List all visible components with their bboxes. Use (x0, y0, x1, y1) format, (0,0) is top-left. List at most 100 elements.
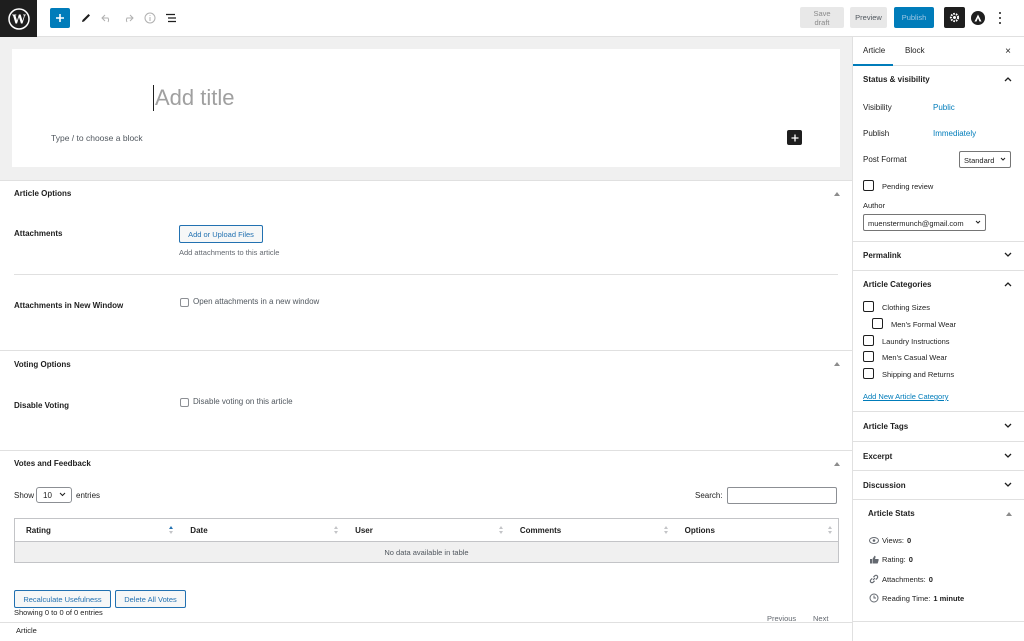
table-info: Showing 0 to 0 of 0 entries (14, 608, 103, 617)
divider (853, 241, 1024, 242)
settings-gear-icon[interactable] (944, 7, 965, 28)
category-label: Men's Casual Wear (882, 353, 948, 362)
visibility-label: Visibility (863, 103, 892, 112)
tab-article[interactable]: Article (853, 37, 893, 66)
astra-icon[interactable] (971, 11, 985, 25)
chevron-up-icon[interactable] (1004, 281, 1012, 287)
pending-review-checkbox[interactable] (863, 180, 874, 191)
excerpt-title[interactable]: Excerpt (863, 452, 892, 461)
author-value: muenstermunch@gmail.com (868, 219, 964, 228)
chevron-down-icon (1000, 157, 1006, 161)
sort-asc-icon (169, 526, 174, 534)
collapse-arrow-icon[interactable] (1006, 512, 1012, 516)
svg-text:W: W (11, 12, 26, 26)
breadcrumb[interactable]: Article (16, 626, 37, 635)
inline-add-block-icon[interactable] (787, 130, 802, 145)
category-label: Men's Formal Wear (891, 320, 957, 329)
column-header-options[interactable]: Options (673, 518, 839, 542)
divider (853, 441, 1024, 442)
publish-button[interactable]: Publish (894, 7, 934, 28)
editor-canvas-wrap: Add title Type / to choose a block (0, 37, 852, 180)
chevron-down-icon[interactable] (1004, 482, 1012, 488)
divider (14, 274, 838, 275)
permalink-title[interactable]: Permalink (863, 251, 901, 260)
article-options-metabox: Article Options Attachments Add or Uploa… (0, 180, 852, 350)
disable-voting-checkbox[interactable] (180, 398, 189, 407)
attachments-label: Attachments (14, 229, 63, 238)
chevron-down-icon (59, 492, 66, 497)
post-format-label: Post Format (863, 155, 907, 164)
show-label: Show (14, 491, 35, 500)
stat-views: Views: 0 (869, 536, 911, 545)
category-checkbox[interactable] (863, 368, 874, 379)
author-select[interactable]: muenstermunch@gmail.com (863, 214, 986, 231)
category-checkbox[interactable] (863, 335, 874, 346)
editor-canvas: Add title Type / to choose a block (12, 49, 840, 167)
collapse-arrow-icon[interactable] (834, 192, 840, 196)
new-window-label: Attachments in New Window (14, 301, 124, 310)
chevron-down-icon[interactable] (1004, 453, 1012, 459)
wordpress-logo-icon[interactable]: W (0, 0, 37, 37)
undo-icon[interactable] (97, 8, 117, 28)
article-stats-title[interactable]: Article Stats (868, 509, 915, 518)
thumbs-up-icon (870, 555, 879, 564)
divider (853, 499, 1024, 500)
chevron-down-icon[interactable] (1004, 252, 1012, 258)
divider (853, 470, 1024, 471)
post-format-select[interactable]: Standard (959, 151, 1011, 168)
add-upload-files-button[interactable]: Add or Upload Files (179, 225, 263, 243)
open-new-window-checkbox[interactable] (180, 298, 189, 307)
sort-icon (498, 526, 503, 534)
category-checkbox[interactable] (863, 351, 874, 362)
category-checkbox[interactable] (863, 301, 874, 312)
column-header-user[interactable]: User (344, 518, 509, 542)
column-header-comments[interactable]: Comments (508, 518, 674, 542)
divider (853, 621, 1024, 622)
column-header-rating[interactable]: Rating (14, 518, 180, 542)
entries-per-page-select[interactable]: 10 (36, 487, 72, 503)
clock-icon (869, 593, 879, 603)
search-label: Search: (695, 491, 723, 500)
recalculate-usefulness-button[interactable]: Recalculate Usefulness (14, 590, 111, 608)
save-draft-button[interactable]: Save draft (800, 7, 844, 28)
block-placeholder[interactable]: Type / to choose a block (51, 133, 143, 143)
add-block-icon[interactable] (50, 8, 70, 28)
delete-all-votes-button[interactable]: Delete All Votes (115, 590, 186, 608)
metabox-title: Article Options (14, 189, 72, 198)
editor-main: Add title Type / to choose a block Artic… (0, 37, 852, 641)
collapse-arrow-icon[interactable] (834, 362, 840, 366)
preview-button[interactable]: Preview (850, 7, 887, 28)
stat-attachments: Attachments: 0 (869, 574, 933, 584)
open-new-window-checkbox-label: Open attachments in a new window (193, 297, 320, 306)
discussion-title[interactable]: Discussion (863, 481, 906, 490)
article-tags-title[interactable]: Article Tags (863, 422, 908, 431)
chevron-up-icon[interactable] (1004, 76, 1012, 82)
table-search-input[interactable] (727, 487, 837, 504)
voting-options-metabox: Voting Options Disable Voting Disable vo… (0, 350, 852, 450)
pencil-icon[interactable] (76, 8, 96, 28)
sidebar-tabs: Article Block × (853, 37, 1024, 66)
info-icon[interactable] (140, 8, 160, 28)
footer-divider (0, 622, 852, 623)
add-new-category-link[interactable]: Add New Article Category (863, 392, 948, 401)
collapse-arrow-icon[interactable] (834, 462, 840, 466)
list-view-icon[interactable] (161, 8, 181, 28)
close-icon[interactable]: × (1005, 46, 1011, 57)
category-checkbox[interactable] (872, 318, 883, 329)
chevron-down-icon[interactable] (1004, 423, 1012, 429)
status-visibility-title[interactable]: Status & visibility (863, 75, 930, 84)
visibility-link[interactable]: Public (933, 103, 955, 112)
redo-icon[interactable] (118, 8, 138, 28)
column-header-date[interactable]: Date (179, 518, 345, 542)
more-options-icon[interactable] (997, 11, 1003, 25)
sort-icon (334, 526, 339, 534)
article-categories-title[interactable]: Article Categories (863, 280, 931, 289)
entries-select-value: 10 (43, 491, 52, 500)
sort-icon (663, 526, 668, 534)
chevron-down-icon (975, 220, 981, 224)
title-input[interactable]: Add title (155, 85, 235, 111)
editor-toolbar: W Save draft Preview Publish (0, 0, 1024, 37)
disable-voting-label: Disable Voting (14, 401, 69, 410)
tab-block[interactable]: Block (905, 37, 925, 66)
publish-date-link[interactable]: Immediately (933, 129, 976, 138)
